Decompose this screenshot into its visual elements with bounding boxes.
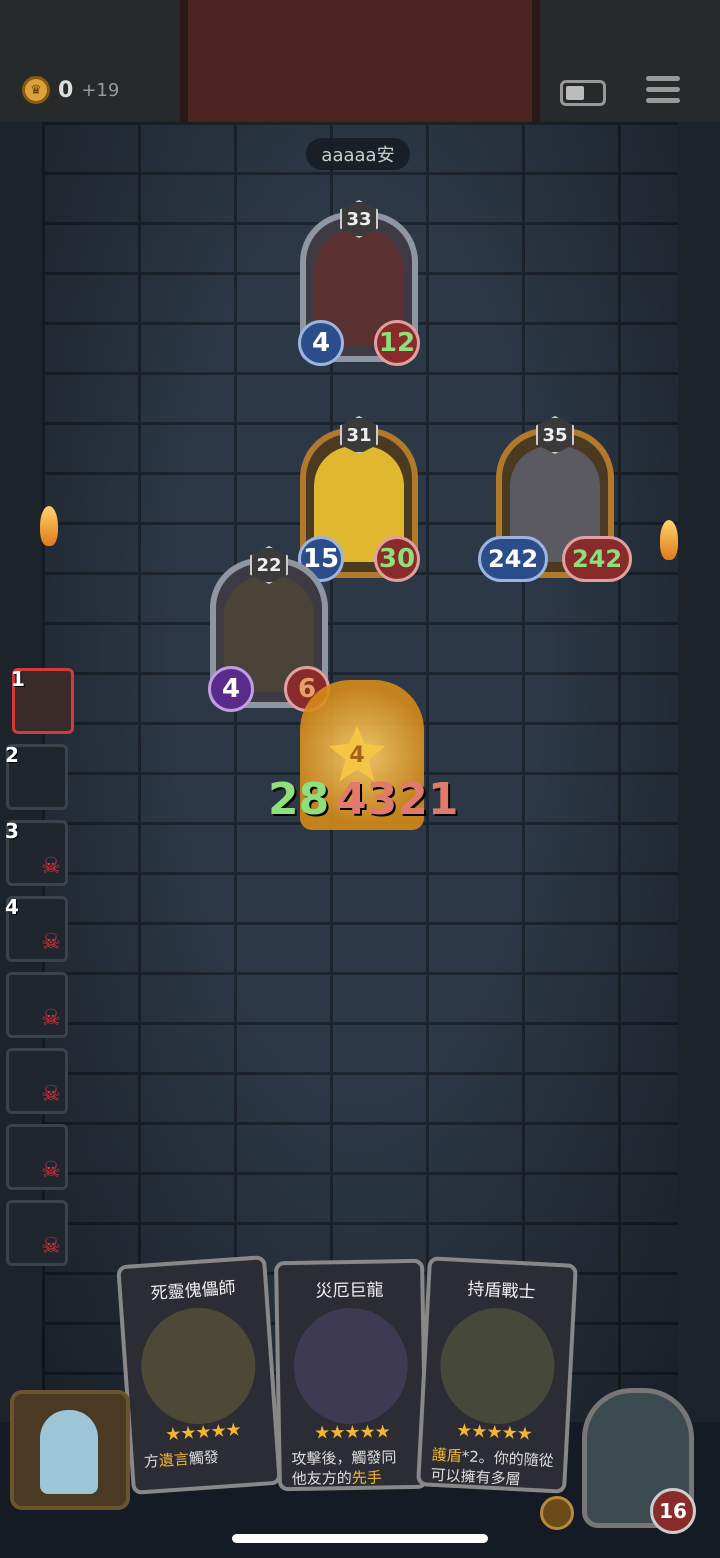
opponent-slot[interactable]: 1 [11,667,74,734]
unit-attack: 4 [208,666,254,712]
skull-icon: ☠ [41,1158,61,1183]
hand-card[interactable]: 持盾戰士 ★★★★★ 護盾*2。你的隨從 可以擁有多層 [416,1256,578,1494]
card-description: 護盾*2。你的隨從 可以擁有多層 [430,1445,555,1489]
slot-number: 3 [5,819,19,843]
home-indicator[interactable] [232,1534,488,1543]
player-hero[interactable] [10,1390,130,1510]
card-hand: 死靈傀儡師 ★★★★★ 方遺言觸發 災厄巨龍 ★★★★★ 攻擊後，觸發同 他友方的… [116,1255,604,1500]
curtain-decoration [180,0,540,122]
slot-number: 2 [5,743,19,767]
card-description: 方遺言觸發 [143,1447,220,1472]
skull-icon: ☠ [41,930,61,955]
board-unit[interactable]: 22 4 6 [208,546,330,712]
opponent-name: aaaaa安 [306,138,410,170]
torch-right-icon [660,520,678,560]
card-stars: ★★★★★ [164,1419,242,1446]
card-art [137,1304,260,1428]
unit-health: 30 [374,536,420,582]
opponent-slot[interactable]: 4 ☠ [5,895,68,962]
card-name: 死靈傀儡師 [150,1278,237,1305]
battery-icon [560,80,606,106]
damage-number-left: 28 [268,774,330,825]
right-pillar [678,122,720,1422]
unit-attack: 242 [478,536,548,582]
card-stars: ★★★★★ [313,1421,391,1444]
opponent-hero-health: 16 [650,1488,696,1534]
card-description: 攻擊後，觸發同 他友方的先手 [291,1448,397,1489]
crown-coin-icon: ♛ [22,76,50,104]
flame-badge-icon [540,1496,574,1530]
opponent-slot[interactable]: 2 [5,743,68,810]
gold-count: 0 [58,77,74,103]
damage-number-right: 4321 [336,774,459,825]
opponent-slot[interactable]: ☠ [6,1200,68,1266]
slot-number: 4 [5,895,19,919]
hand-card[interactable]: 死靈傀儡師 ★★★★★ 方遺言觸發 [116,1255,282,1495]
slot-number: 1 [11,667,25,691]
opponent-slot[interactable]: ☠ [6,972,68,1038]
board-unit[interactable]: 33 4 12 [298,200,420,366]
board-unit[interactable]: 35 242 242 [478,416,632,582]
unit-health: 12 [374,320,420,366]
unit-health: 242 [562,536,632,582]
card-name: 持盾戰士 [466,1279,536,1303]
opponent-slot[interactable]: ☠ [6,1124,68,1190]
gold-income: +19 [81,79,120,101]
card-stars: ★★★★★ [455,1419,533,1445]
hero-portrait [40,1410,98,1494]
card-art [292,1307,409,1425]
hand-card[interactable]: 災厄巨龍 ★★★★★ 攻擊後，觸發同 他友方的先手 [274,1258,428,1492]
opponent-slot[interactable]: ☠ [6,1048,68,1114]
card-art [437,1305,558,1427]
menu-icon[interactable] [646,76,680,106]
skull-icon: ☠ [41,1234,61,1259]
card-name: 災厄巨龍 [315,1280,384,1302]
skull-icon: ☠ [41,1082,61,1107]
board-unit[interactable]: 31 15 30 [298,416,420,582]
unit-attack: 4 [298,320,344,366]
opponent-slot[interactable]: 3 ☠ [5,819,68,886]
gold-display: ♛ 0 +19 [22,76,119,104]
skull-icon: ☠ [41,1006,61,1031]
torch-left-icon [40,506,58,546]
skull-icon: ☠ [41,854,61,879]
